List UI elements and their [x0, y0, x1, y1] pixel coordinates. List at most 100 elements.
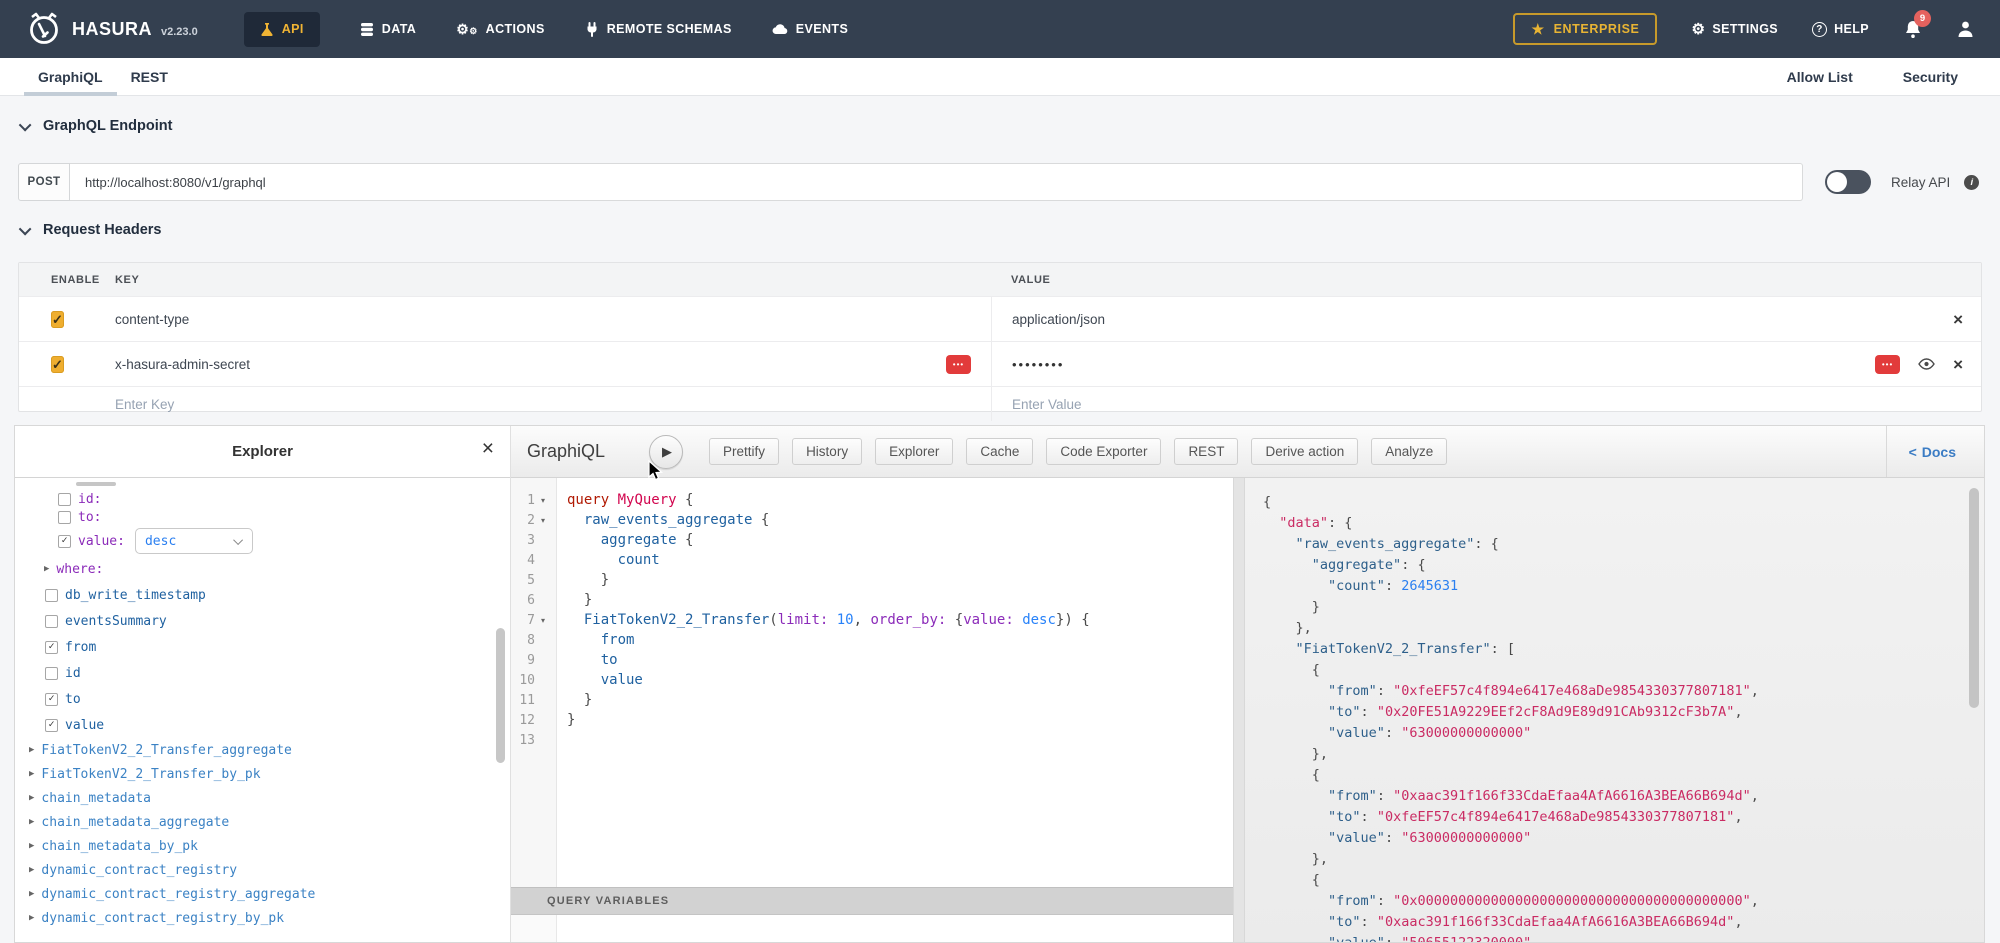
explorer-table-item[interactable]: ▶ FiatTokenV2_2_Transfer_by_pk — [15, 762, 510, 786]
explorer-field-events-summary[interactable]: eventsSummary — [15, 608, 510, 634]
graphql-endpoint-section-toggle[interactable]: GraphQL Endpoint — [22, 118, 172, 134]
enterprise-button[interactable]: ★ ENTERPRISE — [1513, 13, 1657, 45]
info-icon[interactable]: i — [1964, 175, 1979, 190]
remove-header-icon[interactable]: × — [1953, 311, 1963, 328]
section-title: GraphQL Endpoint — [43, 118, 172, 134]
expand-triangle-icon[interactable]: ▶ — [44, 564, 49, 574]
explorer-button[interactable]: Explorer — [875, 438, 953, 465]
help-button[interactable]: ? HELP — [1812, 22, 1869, 37]
nav-item-actions[interactable]: ⚙⚙ ACTIONS — [456, 22, 544, 36]
pane-resize-handle[interactable] — [1233, 478, 1245, 942]
order-direction-dropdown[interactable]: desc — [135, 528, 253, 554]
derive-action-button[interactable]: Derive action — [1251, 438, 1358, 465]
reveal-value-eye-icon[interactable] — [1918, 358, 1935, 370]
query-editor[interactable]: 1▾2▾34567▾8910111213 query MyQuery { raw… — [511, 478, 1233, 942]
explorer-table-item[interactable]: ▶ chain_metadata_by_pk — [15, 834, 510, 858]
explorer-field-to[interactable]: ✓ to — [15, 686, 510, 712]
explorer-field-value[interactable]: ✓ value — [15, 712, 510, 738]
link-security[interactable]: Security — [1891, 58, 1970, 96]
tab-graphiql[interactable]: GraphiQL — [24, 58, 117, 96]
relay-api-toggle[interactable] — [1825, 170, 1871, 194]
explorer-arg-where[interactable]: ▶ where: — [15, 556, 510, 582]
tab-rest[interactable]: REST — [117, 58, 182, 96]
explorer-header: Explorer × — [15, 426, 510, 478]
secret-manager-icon[interactable]: ••• — [946, 355, 971, 374]
nav-item-data[interactable]: DATA — [360, 22, 416, 37]
explorer-field-from[interactable]: ✓ from — [15, 634, 510, 660]
endpoint-url-input[interactable]: http://localhost:8080/v1/graphql — [70, 163, 1803, 201]
link-allow-list[interactable]: Allow List — [1775, 58, 1865, 96]
col-key-label: KEY — [97, 274, 991, 286]
expand-triangle-icon[interactable]: ▶ — [29, 793, 34, 803]
checkbox[interactable] — [58, 511, 71, 524]
remove-header-icon[interactable]: × — [1953, 356, 1963, 373]
nav-item-remote-schemas[interactable]: REMOTE SCHEMAS — [585, 22, 732, 37]
prettify-button[interactable]: Prettify — [709, 438, 779, 465]
query-variables-editor[interactable] — [511, 915, 1233, 942]
checkbox[interactable] — [45, 667, 58, 680]
close-icon[interactable]: × — [482, 438, 494, 459]
docs-link[interactable]: < Docs — [1886, 426, 1984, 477]
explorer-table-item[interactable]: ▶ dynamic_contract_registry_aggregate — [15, 882, 510, 906]
rest-button[interactable]: REST — [1174, 438, 1238, 465]
tabbar-right-links: Allow List Security — [1775, 58, 2000, 96]
analyze-button[interactable]: Analyze — [1371, 438, 1447, 465]
checkbox[interactable] — [45, 615, 58, 628]
checkbox[interactable]: ✓ — [45, 719, 58, 732]
explorer-arg-value[interactable]: ✓ value: desc — [15, 526, 510, 556]
expand-triangle-icon[interactable]: ▶ — [29, 817, 34, 827]
new-header-value-input[interactable]: Enter Value — [1012, 397, 1082, 412]
response-json: { "data": { "raw_events_aggregate": { "a… — [1263, 492, 1759, 942]
checkbox[interactable]: ✓ — [45, 693, 58, 706]
header-key[interactable]: content-type — [115, 312, 189, 327]
expand-triangle-icon[interactable]: ▶ — [29, 889, 34, 899]
execute-query-button[interactable]: ▶ — [649, 435, 683, 469]
header-value-masked[interactable]: •••••••• — [1012, 357, 1064, 372]
expand-triangle-icon[interactable]: ▶ — [29, 865, 34, 875]
checkbox[interactable] — [58, 493, 71, 506]
header-enable-checkbox[interactable]: ✓ — [51, 356, 64, 373]
explorer-table-item[interactable]: ▶ dynamic_contract_registry_by_pk — [15, 906, 510, 930]
secret-manager-icon[interactable]: ••• — [1875, 355, 1900, 374]
hasura-brand[interactable]: HASURA v2.23.0 — [26, 11, 198, 47]
nav-items: API DATA ⚙⚙ ACTIONS REMOTE SCHEMAS — [244, 12, 848, 47]
explorer-field-id[interactable]: id — [15, 660, 510, 686]
checkbox[interactable] — [45, 589, 58, 602]
header-key[interactable]: x-hasura-admin-secret — [115, 357, 250, 372]
expand-triangle-icon[interactable]: ▶ — [29, 841, 34, 851]
expand-triangle-icon[interactable]: ▶ — [29, 745, 34, 755]
nav-item-events[interactable]: EVENTS — [772, 22, 848, 36]
query-code[interactable]: query MyQuery { raw_events_aggregate { a… — [567, 490, 1233, 750]
header-enable-checkbox[interactable]: ✓ — [51, 311, 64, 328]
explorer-table-item[interactable]: ▶ chain_metadata — [15, 786, 510, 810]
checkbox[interactable]: ✓ — [58, 535, 71, 548]
explorer-field-db-write-timestamp[interactable]: db_write_timestamp — [15, 582, 510, 608]
settings-button[interactable]: ⚙ SETTINGS — [1691, 22, 1778, 37]
response-scrollbar-thumb[interactable] — [1969, 488, 1979, 708]
explorer-scrollbar-thumb[interactable] — [496, 628, 505, 763]
notifications-button[interactable]: 9 — [1903, 19, 1923, 40]
chevron-left-icon: < — [1909, 444, 1917, 460]
history-button[interactable]: History — [792, 438, 862, 465]
new-header-key-input[interactable]: Enter Key — [115, 397, 174, 412]
expand-triangle-icon[interactable]: ▶ — [29, 769, 34, 779]
nav-item-api[interactable]: API — [244, 12, 320, 47]
header-value[interactable]: application/json — [1012, 312, 1105, 327]
query-variables-bar[interactable]: QUERY VARIABLES — [511, 887, 1233, 915]
database-icon — [360, 22, 374, 37]
checkbox[interactable]: ✓ — [45, 641, 58, 654]
cache-button[interactable]: Cache — [966, 438, 1033, 465]
explorer-arg-id[interactable]: id: — [15, 490, 510, 508]
explorer-title: Explorer — [232, 443, 293, 460]
explorer-body: id: to: ✓ value: desc ▶ where: — [15, 478, 510, 942]
request-headers-section-toggle[interactable]: Request Headers — [22, 222, 161, 238]
question-icon: ? — [1812, 22, 1827, 37]
api-tabbar: GraphiQL REST Allow List Security — [0, 58, 2000, 96]
code-exporter-button[interactable]: Code Exporter — [1046, 438, 1161, 465]
explorer-table-item[interactable]: ▶ FiatTokenV2_2_Transfer_aggregate — [15, 738, 510, 762]
explorer-table-item[interactable]: ▶ dynamic_contract_registry — [15, 858, 510, 882]
expand-triangle-icon[interactable]: ▶ — [29, 913, 34, 923]
explorer-table-item[interactable]: ▶ chain_metadata_aggregate — [15, 810, 510, 834]
user-icon[interactable] — [1957, 20, 1974, 38]
explorer-arg-to[interactable]: to: — [15, 508, 510, 526]
